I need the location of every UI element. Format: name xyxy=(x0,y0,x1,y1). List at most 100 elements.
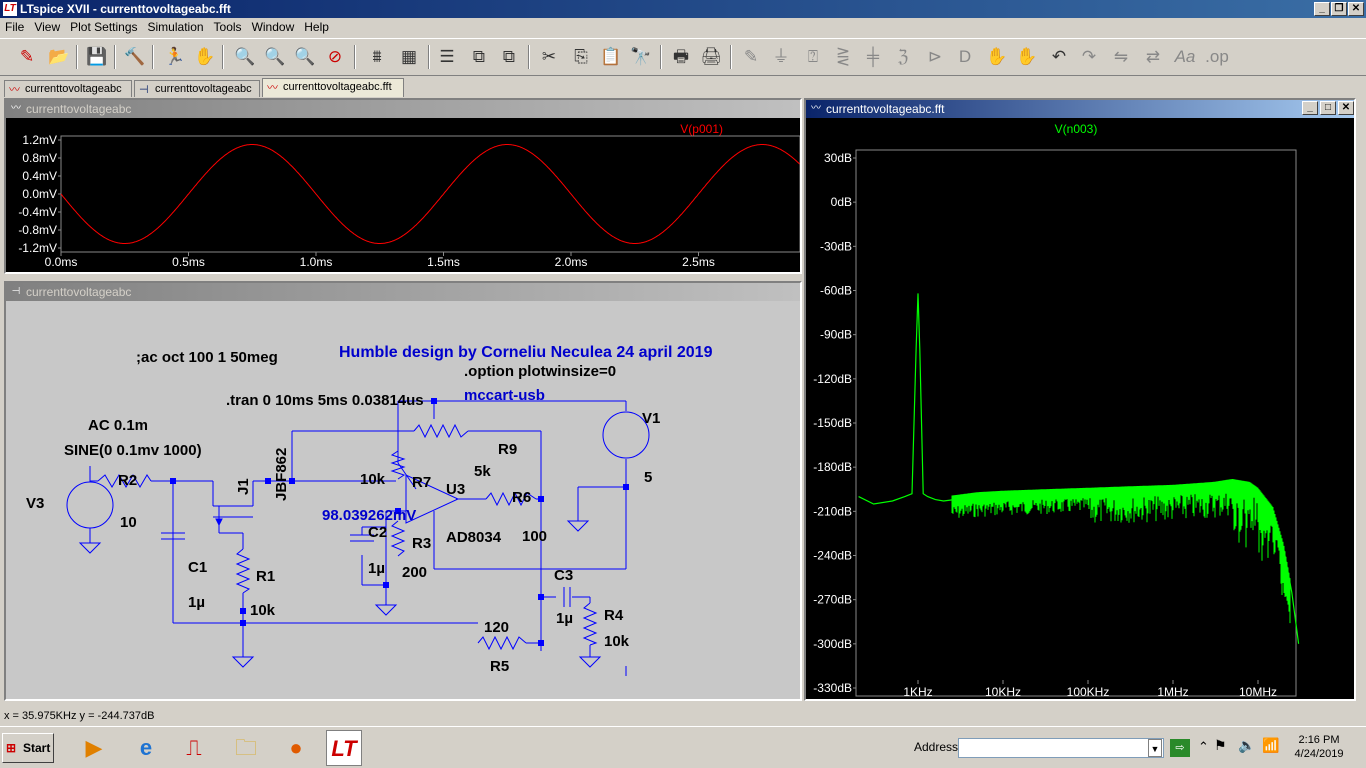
minimize-button[interactable]: _ xyxy=(1314,2,1330,16)
r4-label[interactable]: R4 xyxy=(604,607,624,624)
pane-minimize-button[interactable]: _ xyxy=(1302,101,1318,115)
r3-value[interactable]: 200 xyxy=(402,564,427,581)
tile-horizontal-icon[interactable]: ☰ xyxy=(434,44,460,70)
run-icon[interactable]: 🏃 xyxy=(162,44,188,70)
tile-vertical-icon[interactable]: ⧉ xyxy=(496,44,522,70)
mirror-icon[interactable]: ⇄ xyxy=(1140,44,1166,70)
board-comment[interactable]: mccart-usb xyxy=(464,387,545,404)
control-panel-icon[interactable]: 🔨 xyxy=(122,44,148,70)
schematic-canvas[interactable]: ;ac oct 100 1 50meg Humble design by Cor… xyxy=(6,301,800,699)
show-hidden-icons-icon[interactable]: ⌃ xyxy=(1198,739,1209,755)
tab-schematic[interactable]: ⊣ currenttovoltageabc xyxy=(134,80,260,97)
open-folder-icon[interactable]: 📂 xyxy=(46,44,72,70)
r5-label[interactable]: R5 xyxy=(490,658,509,675)
close-button[interactable]: ✕ xyxy=(1348,2,1364,16)
pane-close-button[interactable]: ✕ xyxy=(1338,101,1354,115)
c2-value[interactable]: 1µ xyxy=(368,560,385,577)
paste-icon[interactable]: 📋 xyxy=(598,44,624,70)
c1-label[interactable]: C1 xyxy=(188,559,207,576)
menu-simulation[interactable]: Simulation xyxy=(143,18,209,37)
go-icon[interactable]: ⇨ xyxy=(1170,739,1190,757)
tab-fft[interactable]: 〰 currenttovoltageabc.fft xyxy=(262,78,404,97)
spice-directive-icon[interactable]: .op xyxy=(1204,44,1230,70)
time-plot[interactable]: V(p001) 1.2mV 0.8mV 0.4mV 0.0mV -0.4mV -0.8mV… xyxy=(6,118,800,272)
resistor-icon[interactable]: ⋛ xyxy=(830,44,856,70)
text-icon[interactable]: Aa xyxy=(1172,44,1198,70)
move-icon[interactable]: ✋ xyxy=(984,44,1010,70)
wire-icon[interactable]: ✎ xyxy=(738,44,764,70)
start-button[interactable]: ⊞ Start xyxy=(2,733,54,763)
v3-sine-value[interactable]: SINE(0 0.1mv 1000) xyxy=(64,442,202,459)
v1-label[interactable]: V1 xyxy=(642,410,660,427)
r7-value[interactable]: 10k xyxy=(360,471,386,488)
capacitor-icon[interactable]: ╪ xyxy=(860,44,886,70)
j1-label[interactable]: J1 xyxy=(235,478,252,495)
new-schematic-icon[interactable]: ✎ xyxy=(14,44,40,70)
c2-label[interactable]: C2 xyxy=(368,524,387,541)
trace-label[interactable]: V(n003) xyxy=(1055,122,1098,136)
copy-icon[interactable]: ⎘ xyxy=(568,44,594,70)
clock[interactable]: 2:16 PM 4/24/2019 xyxy=(1284,733,1354,761)
credit-comment[interactable]: Humble design by Corneliu Neculea 24 apr… xyxy=(339,344,713,361)
save-icon[interactable]: 💾 xyxy=(84,44,110,70)
c1-value[interactable]: 1µ xyxy=(188,594,205,611)
ltspice-task-icon[interactable]: LT xyxy=(326,730,362,766)
grid-icon[interactable]: ▦ xyxy=(396,44,422,70)
media-player-icon[interactable]: ▶ xyxy=(76,730,112,766)
u3-value[interactable]: AD8034 xyxy=(446,529,502,546)
tab-waveform[interactable]: 〰 currenttovoltageabc xyxy=(4,80,132,97)
r2-label[interactable]: R2 xyxy=(118,472,137,489)
print-setup-icon[interactable]: 🖶 xyxy=(668,44,694,70)
zoom-out-icon[interactable]: 🔍 xyxy=(292,44,318,70)
cascade-icon[interactable]: ⧉ xyxy=(466,44,492,70)
r5-value[interactable]: 120 xyxy=(484,619,509,636)
r2-value[interactable]: 10 xyxy=(120,514,137,531)
flag-icon[interactable]: ⚑ xyxy=(1214,737,1227,754)
inductor-icon[interactable]: ℨ xyxy=(890,44,916,70)
r9-label[interactable]: R9 xyxy=(498,441,517,458)
trace-label[interactable]: V(p001) xyxy=(680,122,723,136)
network-icon[interactable]: 📶 xyxy=(1262,737,1279,754)
menu-plot-settings[interactable]: Plot Settings xyxy=(65,18,142,37)
file-explorer-icon[interactable]: 🗀 xyxy=(228,730,264,766)
drag-icon[interactable]: ✋ xyxy=(1014,44,1040,70)
c3-value[interactable]: 1µ xyxy=(556,610,573,627)
r6-value[interactable]: 100 xyxy=(522,528,547,545)
menu-window[interactable]: Window xyxy=(247,18,300,37)
autorange-icon[interactable]: ⩩ xyxy=(364,44,390,70)
undo-icon[interactable]: ↶ xyxy=(1046,44,1072,70)
print-icon[interactable]: 🖨 xyxy=(698,44,724,70)
menu-tools[interactable]: Tools xyxy=(209,18,247,37)
r1-label[interactable]: R1 xyxy=(256,568,275,585)
internet-explorer-icon[interactable]: e xyxy=(128,730,164,766)
acrobat-icon[interactable]: ⎍ xyxy=(176,730,212,766)
tran-directive[interactable]: .tran 0 10ms 5ms 0.03814us xyxy=(226,392,424,409)
option-directive[interactable]: .option plotwinsize=0 xyxy=(464,363,616,380)
r7-label[interactable]: R7 xyxy=(412,474,431,491)
pane-restore-button[interactable]: □ xyxy=(1320,101,1336,115)
r4-value[interactable]: 10k xyxy=(604,633,630,650)
cut-icon[interactable]: ✂ xyxy=(536,44,562,70)
firefox-icon[interactable]: ● xyxy=(278,730,314,766)
v1-value[interactable]: 5 xyxy=(644,469,652,486)
zoom-fit-icon[interactable]: ⊘ xyxy=(322,44,348,70)
menu-file[interactable]: File xyxy=(0,18,29,37)
r9-value[interactable]: 5k xyxy=(474,463,491,480)
rotate-icon[interactable]: ⇋ xyxy=(1108,44,1134,70)
address-dropdown-icon[interactable]: ▼ xyxy=(1148,739,1162,757)
zoom-pan-icon[interactable]: 🔍 xyxy=(262,44,288,70)
fft-plot[interactable]: V(n003) 30dB 0dB -30dB -60dB -90dB -120dB -150… xyxy=(806,118,1354,699)
ac-directive[interactable]: ;ac oct 100 1 50meg xyxy=(136,349,278,366)
j1-value[interactable]: JBF862 xyxy=(273,448,290,501)
component-icon[interactable]: D xyxy=(952,44,978,70)
restore-button[interactable]: ❐ xyxy=(1331,2,1347,16)
r3-label[interactable]: R3 xyxy=(412,535,431,552)
menu-help[interactable]: Help xyxy=(299,18,334,37)
ground-icon[interactable]: ⏚ xyxy=(768,44,794,70)
redo-icon[interactable]: ↷ xyxy=(1076,44,1102,70)
volume-icon[interactable]: 🔈 xyxy=(1238,737,1255,754)
halt-icon[interactable]: ✋ xyxy=(192,44,218,70)
find-icon[interactable]: 🔭 xyxy=(628,44,654,70)
menu-view[interactable]: View xyxy=(29,18,65,37)
v3-ac-value[interactable]: AC 0.1m xyxy=(88,417,148,434)
